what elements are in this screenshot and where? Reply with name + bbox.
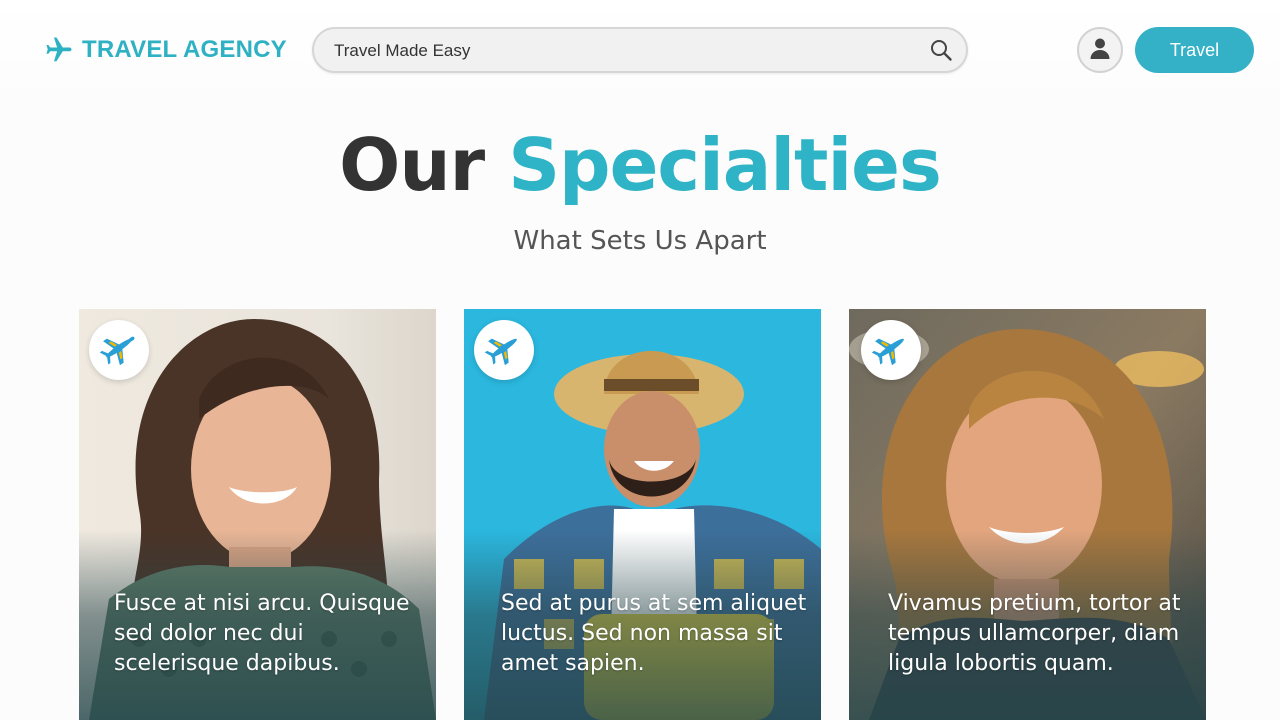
search-input[interactable]: [334, 39, 914, 63]
specialty-card-3[interactable]: Vivamus pretium, tortor at tempus ullamc…: [849, 309, 1206, 720]
card-caption: Fusce at nisi arcu. Quisque sed dolor ne…: [114, 591, 410, 676]
specialty-card-2[interactable]: Sed at purus at sem aliquet luctus. Sed …: [464, 309, 821, 720]
card-caption: Vivamus pretium, tortor at tempus ullamc…: [888, 591, 1181, 676]
page-title: Our Specialties: [0, 120, 1280, 210]
search-bar[interactable]: [312, 27, 968, 73]
card-badge: [861, 320, 921, 380]
title-part-1: Our: [339, 123, 485, 207]
airplane-icon: [97, 326, 141, 375]
travel-button[interactable]: Travel: [1135, 27, 1254, 73]
airplane-icon: [482, 326, 526, 375]
page-subtitle: What Sets Us Apart: [513, 226, 767, 256]
airplane-icon: [869, 326, 913, 375]
logo-text: TRAVEL AGENCY: [82, 36, 287, 63]
logo[interactable]: TRAVEL AGENCY: [44, 34, 287, 66]
user-avatar-button[interactable]: [1077, 27, 1123, 73]
specialty-card-1[interactable]: Fusce at nisi arcu. Quisque sed dolor ne…: [79, 309, 436, 720]
card-caption: Sed at purus at sem aliquet luctus. Sed …: [501, 591, 807, 676]
card-badge: [89, 320, 149, 380]
search-icon[interactable]: [928, 37, 954, 63]
airplane-icon: [44, 35, 74, 65]
title-part-2: Specialties: [508, 123, 942, 207]
user-icon: [1088, 36, 1112, 65]
card-badge: [474, 320, 534, 380]
